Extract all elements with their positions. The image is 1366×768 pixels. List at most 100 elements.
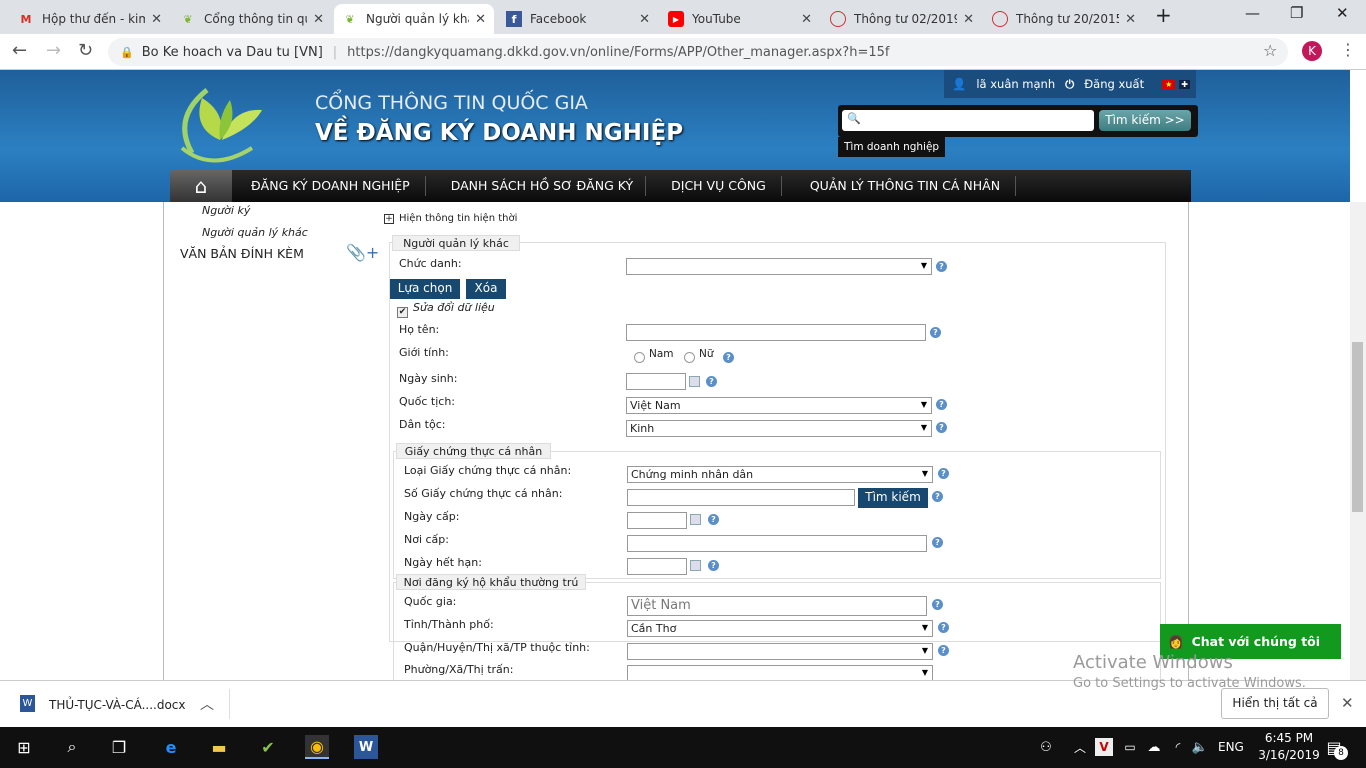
help-icon[interactable]: ? — [706, 376, 717, 387]
reload-icon[interactable]: ↻ — [78, 40, 93, 61]
nav-danh-sach[interactable]: DANH SÁCH HỒ SƠ ĐĂNG KÝ — [426, 176, 647, 196]
calendar-icon[interactable] — [689, 376, 700, 387]
clock-date[interactable]: 3/16/2019 — [1256, 748, 1322, 762]
phuong-select[interactable] — [627, 665, 933, 680]
tab-active[interactable]: ❦ Người quản lý khá ✕ — [334, 4, 494, 34]
checkmark-app-icon[interactable]: ✔ — [256, 735, 280, 759]
help-icon[interactable]: ? — [930, 327, 941, 338]
people-icon[interactable]: ⚇ — [1034, 735, 1058, 759]
help-icon[interactable]: ? — [938, 468, 949, 479]
chrome-icon[interactable]: ◉ — [305, 735, 329, 759]
ngay-sinh-input[interactable] — [626, 373, 686, 390]
dan-toc-select[interactable]: Kinh — [626, 420, 932, 437]
help-icon[interactable]: ? — [708, 514, 719, 525]
search-icon[interactable]: ⌕ — [60, 735, 84, 759]
clock-time[interactable]: 6:45 PM — [1262, 731, 1316, 745]
flag-vn-icon[interactable]: ★ — [1162, 79, 1176, 89]
profile-avatar[interactable]: K — [1302, 41, 1322, 61]
search-button[interactable]: Tìm kiếm >> — [1099, 110, 1191, 131]
chuc-danh-select[interactable] — [626, 258, 932, 275]
close-window-button[interactable]: ✕ — [1336, 4, 1349, 22]
download-item[interactable]: THỦ-TỤC-VÀ-CÁ....docx — [49, 698, 186, 712]
quoc-tich-select[interactable]: Việt Nam — [626, 397, 932, 414]
url-field[interactable]: 🔒 Bo Ke hoach va Dau tu [VN] | https://d… — [108, 38, 1288, 66]
help-icon[interactable]: ? — [932, 537, 943, 548]
tab-thongtu-02[interactable]: Thông tư 02/2019 ✕ — [822, 4, 982, 34]
help-icon[interactable]: ? — [938, 645, 949, 656]
back-icon[interactable]: ← — [12, 40, 27, 61]
search-input[interactable]: 🔍 — [842, 110, 1094, 131]
ngay-cap-input[interactable] — [627, 512, 687, 529]
url-text[interactable]: https://dangkyquamang.dkkd.gov.vn/online… — [347, 45, 889, 60]
expand-icon[interactable]: + — [384, 214, 394, 224]
site-identity[interactable]: Bo Ke hoach va Dau tu [VN] — [142, 45, 323, 60]
calendar-icon[interactable] — [690, 560, 701, 571]
tinh-select[interactable]: Cần Thơ — [627, 620, 933, 637]
so-giay-input[interactable] — [627, 489, 855, 506]
radio-nu[interactable] — [684, 352, 695, 363]
delete-button[interactable]: Xóa — [466, 279, 506, 299]
minimize-button[interactable]: — — [1245, 4, 1260, 22]
new-tab-button[interactable]: + — [1155, 3, 1172, 27]
help-icon[interactable]: ? — [932, 491, 943, 502]
close-tab-icon[interactable]: ✕ — [151, 12, 162, 27]
restore-button[interactable]: ❐ — [1290, 4, 1303, 22]
show-hidden-icons[interactable]: ︿ — [1068, 735, 1092, 759]
quoc-gia-input[interactable]: Việt Nam — [627, 596, 927, 616]
close-tab-icon[interactable]: ✕ — [801, 12, 812, 27]
menu-icon[interactable]: ⋮ — [1340, 40, 1356, 59]
logout-link[interactable]: Đăng xuất — [1084, 77, 1144, 91]
help-icon[interactable]: ? — [938, 622, 949, 633]
nav-dang-ky[interactable]: ĐĂNG KÝ DOANH NGHIỆP — [236, 176, 426, 196]
windows-start-icon[interactable]: ⊞ — [12, 735, 36, 759]
search-tab-business[interactable]: Tìm doanh nghiệp — [838, 137, 946, 157]
sidebar-item-nguoi-quan-ly[interactable]: Người quản lý khác — [202, 226, 308, 239]
loai-giay-select[interactable]: Chứng minh nhân dân — [627, 466, 933, 483]
chevron-up-icon[interactable]: ︿ — [200, 694, 214, 714]
show-all-button[interactable]: Hiển thị tất cả — [1221, 688, 1329, 719]
close-tab-icon[interactable]: ✕ — [313, 12, 324, 27]
noi-cap-input[interactable] — [627, 535, 927, 552]
help-icon[interactable]: ? — [936, 422, 947, 433]
close-tab-icon[interactable]: ✕ — [475, 12, 486, 27]
radio-nam[interactable] — [634, 352, 645, 363]
tab-portal[interactable]: ❦ Cổng thông tin qu ✕ — [172, 4, 332, 34]
nav-quan-ly[interactable]: QUẢN LÝ THÔNG TIN CÁ NHÂN — [782, 176, 1017, 196]
ngay-het-han-input[interactable] — [627, 558, 687, 575]
volume-icon[interactable]: 🔈 — [1188, 735, 1212, 759]
quan-select[interactable] — [627, 643, 933, 660]
edge-icon[interactable]: e — [159, 735, 183, 759]
nav-dich-vu[interactable]: DỊCH VỤ CÔNG — [646, 176, 782, 196]
show-current-link[interactable]: Hiện thông tin hiện thời — [399, 213, 517, 224]
tab-facebook[interactable]: f Facebook ✕ — [498, 4, 658, 34]
word-icon[interactable]: W — [354, 735, 378, 759]
antivirus-icon[interactable]: V — [1095, 738, 1113, 756]
help-icon[interactable]: ? — [936, 399, 947, 410]
close-tab-icon[interactable]: ✕ — [639, 12, 650, 27]
language-indicator[interactable]: ENG — [1218, 740, 1244, 754]
attach-add-icon[interactable]: 📎+ — [346, 243, 379, 262]
edit-checkbox[interactable]: ✔ — [397, 307, 408, 318]
help-icon[interactable]: ? — [936, 261, 947, 272]
user-name[interactable]: lã xuân mạnh — [976, 77, 1055, 91]
tab-youtube[interactable]: ▶ YouTube ✕ — [660, 4, 820, 34]
tab-thongtu-20[interactable]: Thông tư 20/2015 ✕ — [984, 4, 1144, 34]
scrollbar-thumb[interactable] — [1352, 342, 1363, 512]
wifi-icon[interactable]: ◜ — [1166, 735, 1190, 759]
tab-gmail[interactable]: M Hộp thư đến - kim ✕ — [10, 4, 170, 34]
file-explorer-icon[interactable]: ▬ — [207, 735, 231, 759]
onedrive-icon[interactable]: ☁ — [1142, 735, 1166, 759]
bookmark-star-icon[interactable]: ☆ — [1263, 41, 1277, 60]
help-icon[interactable]: ? — [723, 352, 734, 363]
close-tab-icon[interactable]: ✕ — [1125, 12, 1136, 27]
sidebar-item-nguoi-ky[interactable]: Người ký — [202, 204, 250, 217]
search-id-button[interactable]: Tìm kiếm — [858, 488, 928, 508]
ho-ten-input[interactable] — [626, 324, 926, 341]
help-icon[interactable]: ? — [932, 599, 943, 610]
page-scrollbar[interactable] — [1350, 202, 1366, 680]
home-icon[interactable]: ⌂ — [170, 170, 232, 202]
help-icon[interactable]: ? — [708, 560, 719, 571]
forward-icon[interactable]: → — [46, 40, 61, 61]
close-tab-icon[interactable]: ✕ — [963, 12, 974, 27]
calendar-icon[interactable] — [690, 514, 701, 525]
